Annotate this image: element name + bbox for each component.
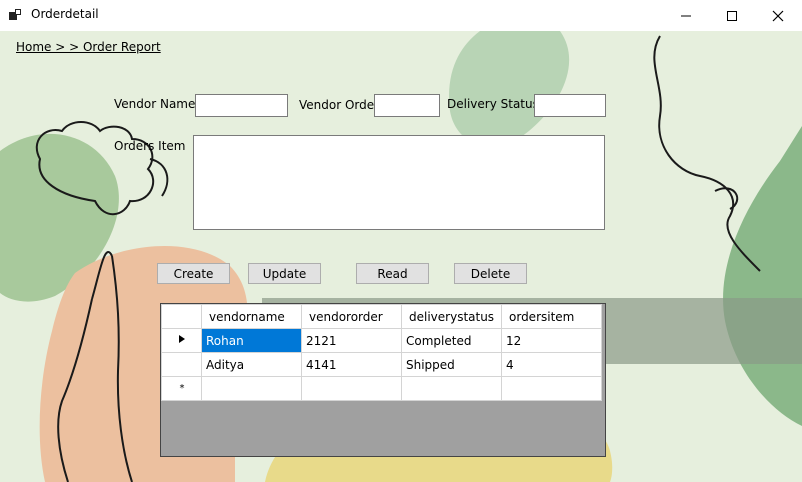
column-header-vendororder[interactable]: vendororder <box>301 304 402 329</box>
current-row-arrow-icon <box>178 335 185 343</box>
svg-text:*: * <box>179 383 184 391</box>
grid-table: vendorname vendororder deliverystatus or… <box>161 304 602 401</box>
breadcrumb[interactable]: Home > > Order Report <box>16 40 161 54</box>
minimize-button[interactable] <box>663 0 709 31</box>
orders-item-textarea[interactable] <box>193 135 605 230</box>
orders-grid[interactable]: vendorname vendororder deliverystatus or… <box>160 303 606 457</box>
grid-cell[interactable]: 2121 <box>301 328 402 353</box>
table-row[interactable]: Aditya 4141 Shipped 4 <box>161 352 602 377</box>
vendor-order-label: Vendor Order <box>299 98 380 112</box>
grid-cell-new[interactable] <box>201 376 302 401</box>
column-header-deliverystatus[interactable]: deliverystatus <box>401 304 502 329</box>
grid-cell-new[interactable] <box>501 376 602 401</box>
row-header[interactable] <box>161 352 202 377</box>
read-button[interactable]: Read <box>356 263 429 284</box>
title-bar: Orderdetail <box>0 0 802 31</box>
close-button[interactable] <box>755 0 801 31</box>
grid-cell[interactable]: Completed <box>401 328 502 353</box>
grid-cell-new[interactable] <box>401 376 502 401</box>
delivery-status-label: Delivery Status <box>447 97 539 111</box>
delivery-status-input[interactable] <box>534 94 606 117</box>
create-button[interactable]: Create <box>157 263 230 284</box>
column-header-ordersitem[interactable]: ordersitem <box>501 304 602 329</box>
row-header-current[interactable] <box>161 328 202 353</box>
grid-cell[interactable]: Aditya <box>201 352 302 377</box>
grid-cell[interactable]: Rohan <box>201 328 302 353</box>
window: Orderdetail Home > > Order Report Vendor… <box>0 0 802 482</box>
grid-header-row: vendorname vendororder deliverystatus or… <box>161 304 602 329</box>
top-left-header-cell[interactable] <box>161 304 202 329</box>
client-area: Home > > Order Report Vendor Name Vendor… <box>0 31 802 482</box>
grid-cell[interactable]: 12 <box>501 328 602 353</box>
vendor-name-input[interactable] <box>195 94 288 117</box>
orders-item-label: Orders Item <box>114 139 186 153</box>
grid-cell[interactable]: 4141 <box>301 352 402 377</box>
close-icon <box>772 10 784 21</box>
grid-cell[interactable]: Shipped <box>401 352 502 377</box>
minimize-icon <box>681 15 691 16</box>
delete-button[interactable]: Delete <box>454 263 527 284</box>
app-icon <box>9 9 21 20</box>
grid-cell-new[interactable] <box>301 376 402 401</box>
column-header-vendorname[interactable]: vendorname <box>201 304 302 329</box>
new-row-asterisk-icon: * <box>179 383 184 394</box>
update-button[interactable]: Update <box>248 263 321 284</box>
maximize-button[interactable] <box>709 0 755 31</box>
maximize-icon <box>727 10 737 21</box>
row-header-new[interactable]: * <box>161 376 202 401</box>
vendor-order-input[interactable] <box>374 94 440 117</box>
new-row[interactable]: * <box>161 376 602 401</box>
grid-cell[interactable]: 4 <box>501 352 602 377</box>
table-row[interactable]: Rohan 2121 Completed 12 <box>161 328 602 353</box>
window-title: Orderdetail <box>31 7 99 21</box>
vendor-name-label: Vendor Name <box>114 97 196 111</box>
